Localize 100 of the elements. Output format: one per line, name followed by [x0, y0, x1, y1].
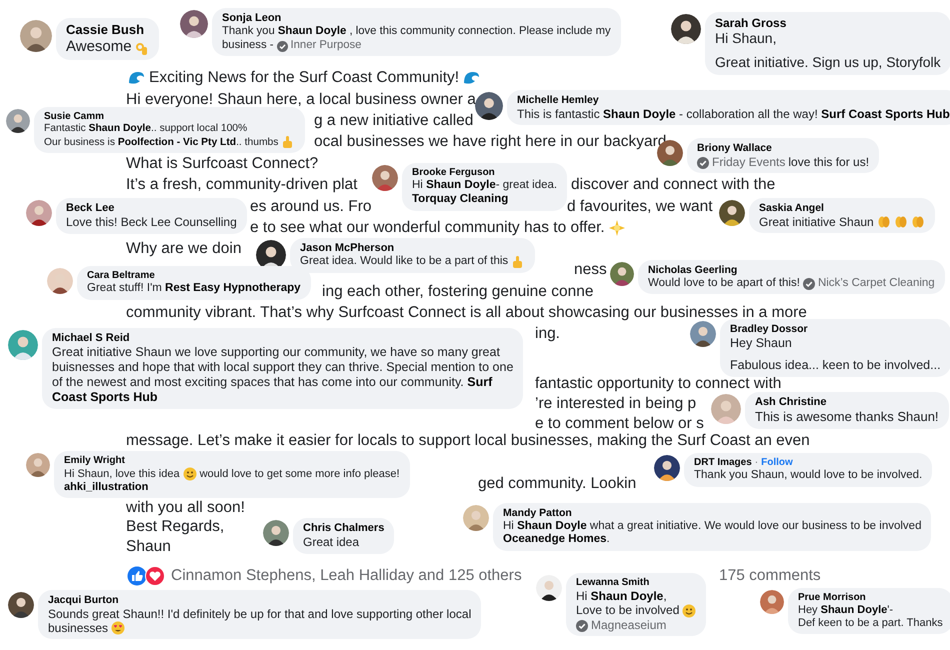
commenter-name[interactable]: Lewanna Smith	[576, 577, 650, 589]
commenter-name[interactable]: Beck Lee	[66, 202, 114, 216]
comment-text: Great initiative Shaun	[759, 214, 874, 229]
post-text: es around us. Fro	[250, 198, 372, 216]
commenter-name[interactable]: Sarah Gross	[715, 16, 786, 30]
comment-text: businesses	[48, 620, 108, 636]
post-text: Hi everyone! Shaun here, a local business owner a	[126, 91, 476, 109]
comment-text: Our business is Poolfection - Vic Pty Ltd.. thumbs	[44, 137, 278, 150]
comment-text: Awesome	[66, 38, 132, 56]
commenter-name[interactable]: Cassie Bush	[66, 22, 144, 38]
commenter-name[interactable]: Emily Wright	[64, 455, 125, 467]
avatar[interactable]	[654, 455, 680, 481]
avatar[interactable]	[690, 321, 716, 347]
comment-text: Hi Shaun Doyle,	[576, 589, 667, 604]
page-link[interactable]: Magneaseium	[591, 618, 666, 632]
sun-icon	[608, 220, 625, 236]
avatar[interactable]	[20, 20, 52, 52]
comment-text: Oceanedge Homes.	[503, 533, 610, 548]
post-text: with you all soon!	[126, 499, 245, 517]
reactions-summary[interactable]: Cinnamon Stephens, Leah Halliday and 125 others	[171, 567, 522, 585]
post-text: Shaun	[126, 538, 171, 556]
comments-count[interactable]: 175 comments	[719, 567, 821, 585]
avatar[interactable]	[26, 200, 52, 226]
avatar[interactable]	[263, 520, 289, 546]
avatar[interactable]	[6, 109, 30, 133]
comment-text: Great stuff! I'm Rest Easy Hypnotherapy	[87, 282, 301, 296]
post-text: ing.	[535, 325, 560, 343]
comment-text: Thank you Shaun, would love to be involved.	[694, 469, 922, 483]
comment-text: This is awesome thanks Shaun!	[755, 409, 939, 425]
commenter-name[interactable]: Chris Chalmers	[303, 522, 384, 536]
avatar[interactable]	[719, 200, 745, 226]
page-link[interactable]: Inner Purpose	[290, 38, 362, 52]
comment-text: Great idea	[303, 535, 360, 550]
post-text: Best Regards,	[126, 518, 224, 536]
comment-text: would love to get some more info please!	[200, 468, 400, 481]
commenter-name[interactable]: Michael S Reid	[52, 332, 130, 346]
page-link[interactable]: Friday Events	[712, 154, 786, 169]
avatar[interactable]	[8, 592, 34, 618]
comment-text: Great initiative. Sign us up, Storyfolk	[715, 54, 941, 71]
smiley-icon	[182, 467, 197, 481]
comment-text: Hi Shaun Doyle what a great initiative. We would love our business to be involved	[503, 520, 922, 534]
comment-text: Hey Shaun	[730, 336, 792, 351]
post-text: ocal businesses we have right here in our backyard	[314, 133, 666, 151]
commenter-name[interactable]: Saskia Angel	[759, 202, 824, 215]
comment-text: Fantastic Shaun Doyle.. support local 100%	[44, 123, 248, 136]
commenter-name[interactable]: Michelle Hemley	[517, 94, 599, 107]
commenter-name[interactable]: Brooke Ferguson	[412, 167, 495, 179]
comment-text: Sounds great Shaun!! I'd definitely be up for that and love supporting other local	[48, 606, 472, 621]
commenter-name[interactable]: Jason McPherson	[300, 242, 394, 256]
comment-text: love this for us!	[788, 154, 870, 169]
comment-text: Fabulous idea... keen to be involved...	[730, 358, 941, 373]
check-badge-icon	[802, 278, 815, 290]
commenter-name[interactable]: Prue Morrison	[798, 592, 866, 604]
commenter-name[interactable]: Mandy Patton	[503, 507, 572, 520]
commenter-name[interactable]: Nicholas Geerling	[648, 264, 738, 277]
comment-text: Great initiative Shaun we love supporting our community, we have so many great	[52, 345, 500, 360]
comment-text: Hi Shaun, love this idea	[64, 468, 180, 481]
comment-text: ahki_illustration	[64, 481, 148, 494]
check-badge-icon	[697, 156, 709, 169]
comment-text: buisnesses and hope that with local support they can thrive. Special mention to one	[52, 360, 514, 376]
post-text: It’s a fresh, community-driven plat	[126, 176, 358, 194]
commenter-name[interactable]: Briony Wallace	[697, 142, 772, 155]
post-text: fantastic opportunity to connect with	[535, 375, 782, 393]
avatar[interactable]	[536, 575, 562, 601]
comment-text: This is fantastic Shaun Doyle - collaboration all the way! Surf Coast Sports Hub	[517, 106, 950, 121]
comment-text: Hi Shaun,	[715, 30, 776, 48]
comment-text: Love to be involved	[576, 603, 680, 618]
comment-text: business -	[222, 38, 274, 52]
post-text: ing each other, fostering genuine conne	[322, 283, 594, 301]
avatar[interactable]	[47, 268, 73, 294]
post-text: What is Surfcoast Connect?	[126, 155, 318, 173]
commenter-name[interactable]: Sonja Leon	[222, 12, 282, 26]
commenter-name[interactable]: Cara Beltrame	[87, 270, 155, 282]
post-text: Why are we doin	[126, 240, 242, 258]
follow-link[interactable]: Follow	[761, 457, 793, 469]
post-text: Exciting News for the Surf Coast Community!	[149, 69, 460, 87]
commenter-name[interactable]: Bradley Dossor	[730, 323, 808, 336]
comment-text: Hi Shaun Doyle- great idea.	[412, 179, 558, 193]
avatar[interactable]	[610, 262, 634, 286]
reaction-icons[interactable]	[127, 566, 167, 586]
comment-text: Def keen to be a part. Thanks	[798, 617, 943, 630]
avatar[interactable]	[671, 14, 701, 44]
comment-text: Torquay Cleaning	[412, 192, 508, 207]
post-text: g a new initiative called	[314, 112, 474, 130]
comment-text: of the newest and most exciting spaces that has come into our community. Surf	[52, 375, 492, 390]
comment-text: Love this! Beck Lee Counselling	[66, 215, 237, 230]
comment-text: Would love to be apart of this!	[648, 276, 800, 290]
commenter-name[interactable]: DRT Images	[694, 457, 752, 469]
commenter-name[interactable]: Susie Camm	[44, 111, 104, 123]
comment-text: Hey Shaun Doyle'-	[798, 604, 894, 618]
post-text: ged community. Lookin	[478, 475, 636, 493]
comment-text: Thank you Shaun Doyle , love this community connection. Please include my	[222, 25, 611, 39]
commenter-name[interactable]: Jacqui Burton	[48, 594, 119, 607]
post-text: e to comment below or s	[535, 415, 704, 433]
post-text: d favourites, we want	[567, 198, 713, 216]
post-text: discover and connect with the	[571, 176, 776, 194]
page-link[interactable]: Nick’s Carpet Cleaning	[818, 276, 935, 290]
commenter-name[interactable]: Ash Christine	[755, 396, 827, 410]
post-text: ’re interested in being p	[535, 395, 696, 413]
avatar[interactable]	[475, 92, 503, 120]
